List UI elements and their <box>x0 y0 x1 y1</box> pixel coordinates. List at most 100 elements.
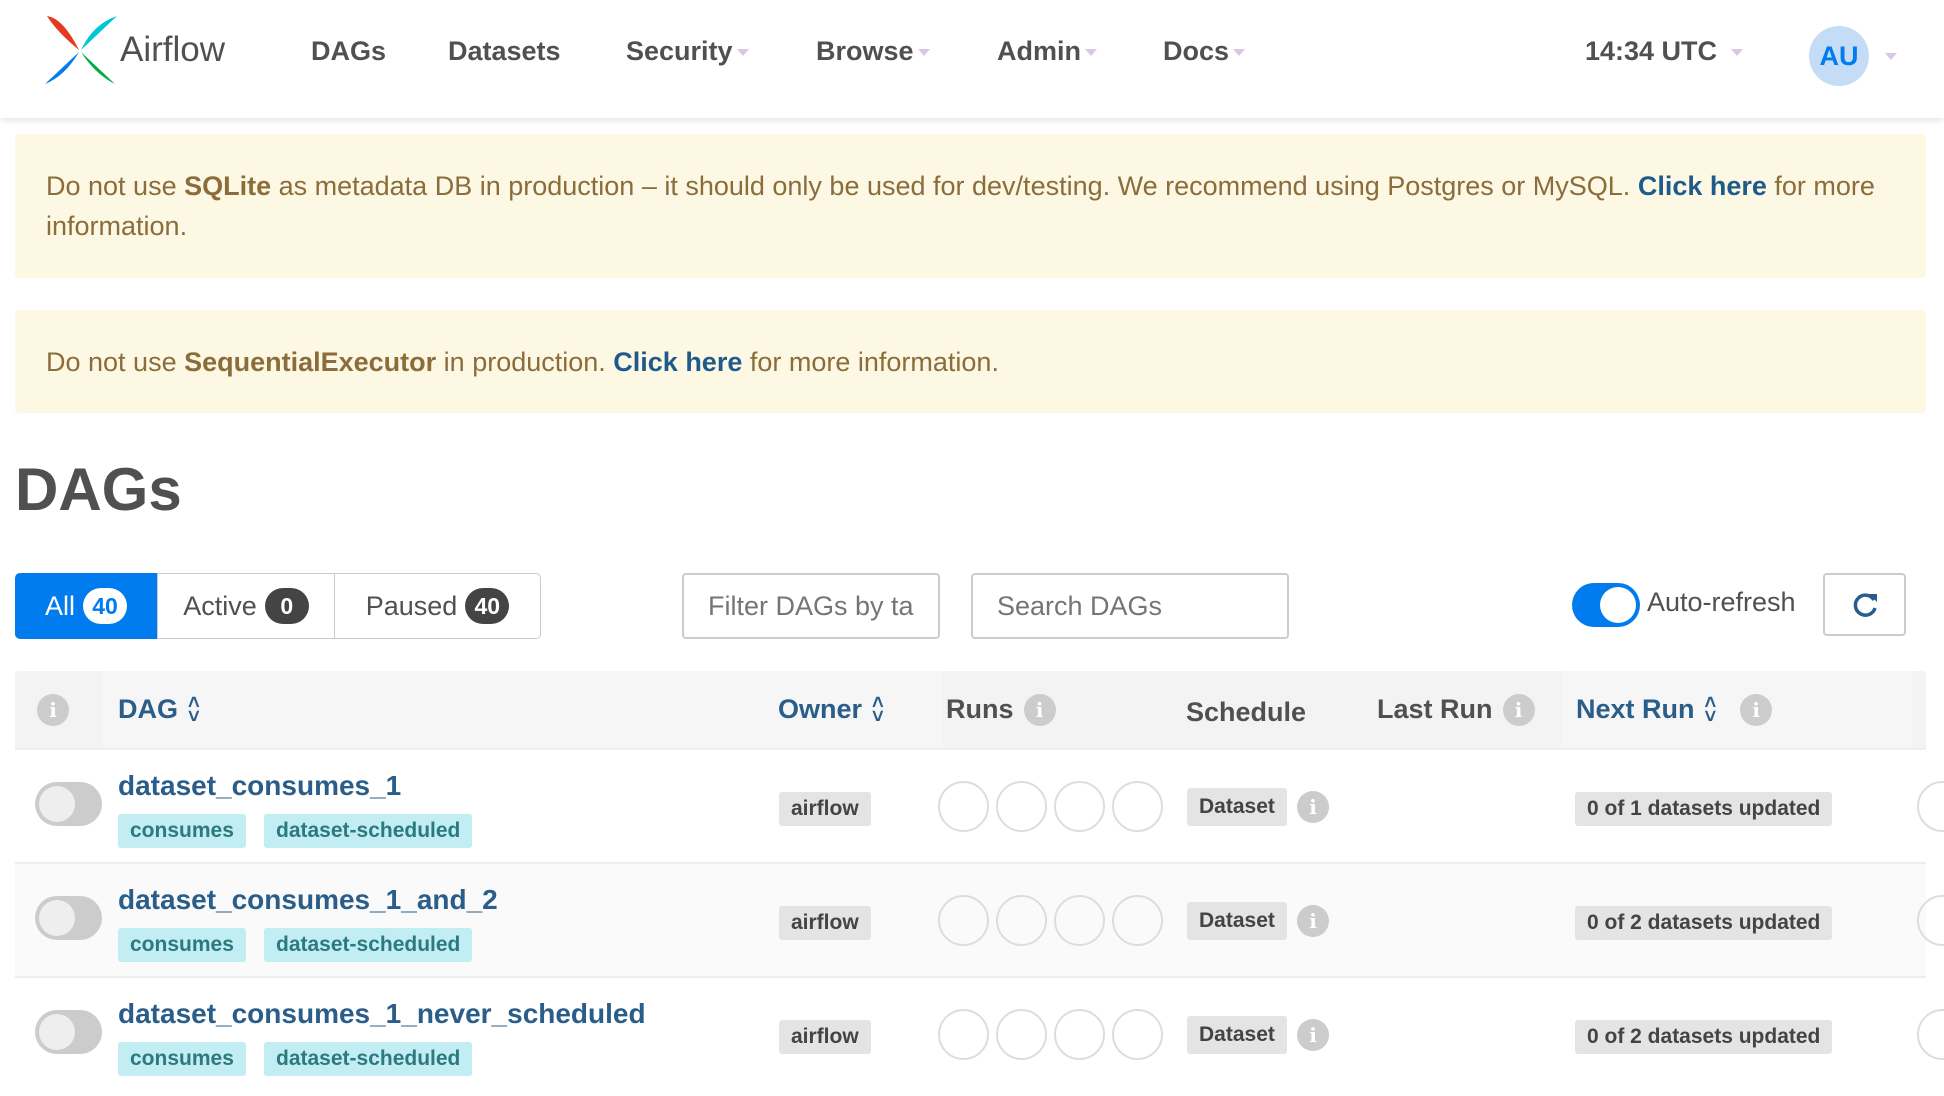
refresh-icon <box>1853 592 1877 617</box>
table-row: dataset_consumes_1_and_2 consumes datase… <box>15 862 1944 976</box>
count-badge: 0 <box>264 588 309 624</box>
filter-label: Active <box>183 590 257 621</box>
run-status-circle[interactable] <box>1054 895 1105 946</box>
alert-strong: SQLite <box>184 171 272 201</box>
dag-link[interactable]: dataset_consumes_1_never_scheduled <box>118 998 646 1030</box>
refresh-button[interactable] <box>1823 573 1906 636</box>
caret-down-icon <box>1885 52 1897 60</box>
nav-label: Datasets <box>448 36 561 66</box>
count-badge: 40 <box>465 588 510 624</box>
header-owner[interactable]: Owner ˄ ˅ <box>778 671 884 748</box>
pause-toggle[interactable] <box>35 896 102 940</box>
dag-link[interactable]: dataset_consumes_1 <box>118 770 401 802</box>
run-status-circle[interactable] <box>938 895 989 946</box>
owner-badge[interactable]: airflow <box>779 792 871 826</box>
sort-icon: ˄ ˅ <box>1704 691 1717 728</box>
info-icon[interactable]: i <box>1297 791 1329 823</box>
tag[interactable]: consumes <box>118 814 246 848</box>
owner-badge[interactable]: airflow <box>779 1020 871 1054</box>
info-icon[interactable]: i <box>1297 905 1329 937</box>
alert-text: Do not use <box>46 171 185 201</box>
executor-warning: Do not use SequentialExecutor in product… <box>15 310 1926 413</box>
table-row: dataset_consumes_1_never_scheduled consu… <box>15 976 1944 1090</box>
next-run-badge[interactable]: 0 of 2 datasets updated <box>1575 906 1833 940</box>
caret-down-icon <box>1233 49 1246 57</box>
row-action-circle[interactable] <box>1917 781 1944 832</box>
tag[interactable]: consumes <box>118 1042 246 1076</box>
filter-label: All <box>44 590 75 621</box>
header-info: i <box>37 671 69 748</box>
header-runs: Runs i <box>946 671 1056 748</box>
next-run-badge[interactable]: 0 of 2 datasets updated <box>1575 1020 1833 1054</box>
info-icon[interactable]: i <box>1297 1019 1329 1051</box>
auto-refresh-toggle[interactable] <box>1572 583 1640 627</box>
tag[interactable]: consumes <box>118 928 246 962</box>
run-status-circle[interactable] <box>996 895 1047 946</box>
header-label: DAG <box>118 694 178 724</box>
caret-down-icon <box>736 49 749 57</box>
run-status-circle[interactable] <box>938 781 989 832</box>
nav-datasets[interactable]: Datasets <box>448 36 561 67</box>
tag[interactable]: dataset-scheduled <box>264 814 473 848</box>
filter-active-button[interactable]: Active 0 <box>157 573 335 639</box>
click-here-link[interactable]: Click here <box>1638 171 1767 201</box>
info-icon[interactable]: i <box>1502 693 1535 726</box>
header-label: Owner <box>778 694 863 724</box>
dag-link[interactable]: dataset_consumes_1_and_2 <box>118 884 498 916</box>
nav-docs[interactable]: Docs <box>1163 36 1246 67</box>
tag[interactable]: dataset-scheduled <box>264 1042 473 1076</box>
tag[interactable]: dataset-scheduled <box>264 928 473 962</box>
nav-label: Docs <box>1163 36 1230 66</box>
search-dags-input[interactable] <box>971 573 1289 639</box>
user-menu[interactable]: AU <box>1809 26 1897 86</box>
toggle-knob <box>1600 587 1636 623</box>
tag-filter-input[interactable] <box>682 573 940 639</box>
nav-dags[interactable]: DAGs <box>311 36 386 67</box>
run-status-circle[interactable] <box>996 781 1047 832</box>
filter-all-button[interactable]: All 40 <box>15 573 157 639</box>
nav-browse[interactable]: Browse <box>816 36 930 67</box>
alert-text: for more information. <box>742 347 999 377</box>
run-status-circle[interactable] <box>1054 1009 1105 1060</box>
header-label: Runs <box>946 694 1014 724</box>
row-action-circle[interactable] <box>1917 895 1944 946</box>
header-label: Last Run <box>1377 694 1493 724</box>
airflow-pinwheel-icon <box>45 16 117 84</box>
click-here-link[interactable]: Click here <box>613 347 742 377</box>
run-status-circle[interactable] <box>996 1009 1047 1060</box>
next-run-badge[interactable]: 0 of 1 datasets updated <box>1575 792 1833 826</box>
page-title: DAGs <box>15 456 182 523</box>
airflow-logo[interactable] <box>43 14 119 86</box>
sort-icon: ˄ ˅ <box>188 691 200 728</box>
time-dropdown[interactable]: 14:34 UTC <box>1585 36 1744 67</box>
caret-down-icon <box>1085 49 1097 57</box>
info-icon[interactable]: i <box>1023 693 1056 726</box>
nav-label: Security <box>626 36 733 66</box>
nav-label: Admin <box>997 36 1081 66</box>
alert-text: in production. <box>436 347 614 377</box>
caret-down-icon <box>917 49 930 57</box>
pause-toggle[interactable] <box>35 782 102 826</box>
filter-paused-button[interactable]: Paused 40 <box>334 573 541 639</box>
auto-refresh-label: Auto-refresh <box>1647 587 1796 617</box>
run-status-circle[interactable] <box>1112 895 1163 946</box>
info-icon[interactable]: i <box>37 693 69 726</box>
run-status-circle[interactable] <box>1112 1009 1163 1060</box>
owner-badge[interactable]: airflow <box>779 906 871 940</box>
count-badge: 40 <box>83 588 127 624</box>
run-status-circle[interactable] <box>938 1009 989 1060</box>
run-status-circle[interactable] <box>1112 781 1163 832</box>
header-next-run[interactable]: Next Run ˄ ˅ i <box>1576 671 1773 748</box>
run-status-circle[interactable] <box>1054 781 1105 832</box>
brand-name[interactable]: Airflow <box>120 30 225 70</box>
header-dag[interactable]: DAG ˄ ˅ <box>118 671 200 748</box>
info-icon[interactable]: i <box>1740 693 1773 726</box>
pause-toggle[interactable] <box>35 1010 102 1054</box>
nav-admin[interactable]: Admin <box>997 36 1097 67</box>
avatar: AU <box>1809 26 1869 86</box>
sqlite-warning: Do not use SQLite as metadata DB in prod… <box>15 134 1926 278</box>
row-action-circle[interactable] <box>1917 1009 1944 1060</box>
nav-security[interactable]: Security <box>626 36 749 67</box>
header-label: Schedule <box>1186 697 1307 727</box>
time-label: 14:34 UTC <box>1585 36 1718 66</box>
